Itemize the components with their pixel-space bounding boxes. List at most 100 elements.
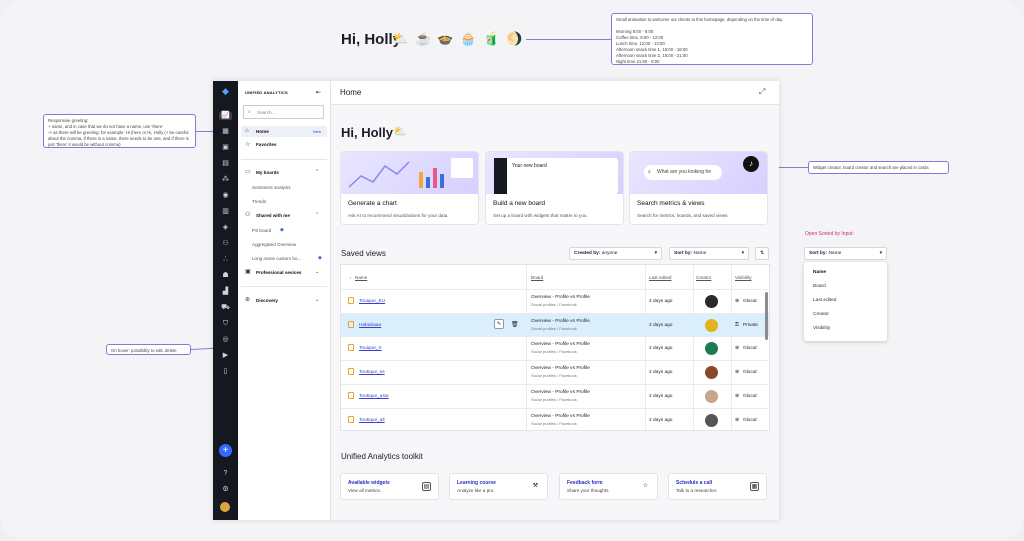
visibility: Glocal <box>743 393 757 399</box>
view-name[interactable]: Hababaaa <box>359 323 381 328</box>
bookmark-icon <box>348 297 354 304</box>
table-row[interactable]: Touique_EU Overview - Profile vs Profile S… <box>341 289 769 313</box>
sort-order-button[interactable]: ⇅ <box>755 247 769 260</box>
search-illustration: ⌕ What are you looking for ♪ <box>630 152 767 194</box>
menu-item[interactable]: Board <box>813 284 826 289</box>
chart-icon[interactable]: ▥ <box>221 208 230 216</box>
globe-icon: ⊕ <box>735 345 740 352</box>
inbox-icon[interactable]: ▤ <box>221 160 230 168</box>
analytics-icon[interactable]: 📈 <box>219 112 232 120</box>
visibility: Glocal <box>743 299 757 304</box>
card-search-metrics[interactable]: ⌕ What are you looking for ♪ Search metr… <box>629 151 768 225</box>
sidebar-item-favorites[interactable]: Favorites <box>256 142 276 147</box>
chevron-up-icon[interactable]: ⌃ <box>315 169 319 175</box>
calendar-icon[interactable]: ▣ <box>221 144 230 152</box>
menu-item[interactable]: Creator <box>813 312 829 317</box>
card-title: Build a new board <box>493 200 546 207</box>
table-row[interactable]: Toutique_asia Overview - Profile vs Profi… <box>341 383 769 408</box>
play-icon[interactable]: ▶ <box>221 352 230 360</box>
sidebar-item-shared[interactable]: Shared with me <box>256 213 290 218</box>
chevron-down-icon[interactable]: ⌄ <box>315 269 319 275</box>
sidebar-item-my-boards[interactable]: My boards <box>256 170 279 175</box>
table-row[interactable]: Toutique_ss Overview - Profile vs Profile… <box>341 360 769 384</box>
badge-icon[interactable]: ◉ <box>221 192 230 200</box>
toolkit-schedule-call[interactable]: Schedule a call Talk to a researcher. ▦ <box>668 473 767 500</box>
toolkit-learning-course[interactable]: Learning course Analyze like a pro. ⚒ <box>449 473 548 500</box>
board-item[interactable]: Long name custom bo... <box>252 256 301 261</box>
view-name[interactable]: Toutique_ss <box>359 370 385 375</box>
column-header[interactable]: Creator <box>696 275 711 280</box>
shield-icon[interactable]: ⛉ <box>221 320 230 328</box>
card-title: Generate a chart <box>348 200 397 207</box>
toolkit-feedback-form[interactable]: Feedback form Share your thoughts. ☆ <box>559 473 658 500</box>
bookmark-icon <box>348 320 354 328</box>
expand-icon[interactable]: ⤢ <box>759 87 765 97</box>
board-item[interactable]: Aggregated Overview <box>252 242 296 247</box>
board-path: Social profiles / Facebook <box>531 349 577 355</box>
users-icon[interactable]: ⚇ <box>221 240 230 248</box>
board-item[interactable]: Sentiment analysis <box>252 185 291 190</box>
page-header: Home ⤢ <box>331 81 779 105</box>
search-input[interactable]: ⌕ Search... <box>243 105 324 119</box>
avatar[interactable] <box>220 502 230 512</box>
toolkit-available-widgets[interactable]: Available widgets View all metrics. ▤ <box>340 473 439 500</box>
column-header[interactable]: Board <box>531 275 543 280</box>
card-build-board[interactable]: Your new board Build a new board Set up … <box>485 151 624 225</box>
sort-by-select[interactable]: Sort by: Name ▾ <box>804 247 887 260</box>
saved-views-table: ↓ Name Board Last edited Creator Visibil… <box>340 264 770 432</box>
delete-icon[interactable]: 🗑 <box>511 321 519 328</box>
gear-icon[interactable]: ⚙ <box>221 486 230 494</box>
view-name[interactable]: Touique_rr <box>359 346 382 351</box>
file-icon[interactable]: ▯ <box>221 368 230 376</box>
add-icon[interactable]: + <box>219 444 232 457</box>
card-generate-chart[interactable]: Generate a chart Ask AI to recommend vis… <box>340 151 479 225</box>
sort-by-select[interactable]: Sort by: Name ▾ <box>669 247 749 260</box>
board-item[interactable]: PS board <box>252 228 271 233</box>
select-label: Sort by: <box>674 251 693 256</box>
menu-item[interactable]: Name <box>813 270 826 275</box>
menu-item[interactable]: Last edited <box>813 298 836 303</box>
dashboard-icon[interactable]: ▦ <box>221 128 230 136</box>
bot-icon[interactable]: ☗ <box>221 272 230 280</box>
scrollbar[interactable] <box>765 292 768 340</box>
star-icon: ☆ <box>245 142 251 148</box>
column-header[interactable]: Name <box>355 275 367 280</box>
visibility: Glocal <box>743 346 757 352</box>
sidebar-item-professional[interactable]: Professional sevices <box>256 270 301 275</box>
table-row[interactable]: Hababaaa Overview - Profile vs Profile Soc… <box>341 312 769 337</box>
sidebar-item-home[interactable]: ⌂ Home New <box>241 126 327 137</box>
board-path: Social profiles / Facebook <box>531 325 577 331</box>
creator-avatar <box>705 318 718 332</box>
menu-item[interactable]: Visibility <box>813 326 830 331</box>
chevron-down-icon[interactable]: ⌄ <box>315 297 319 303</box>
view-name[interactable]: Toutique_asia <box>359 394 389 399</box>
building-icon[interactable]: ▟ <box>221 288 230 296</box>
cart-icon[interactable]: ⛟ <box>221 304 230 312</box>
sidebar-item-discovery[interactable]: Discovery <box>256 298 278 303</box>
column-header[interactable]: Visibility <box>735 275 752 280</box>
toolkit-link: Available widgets <box>348 480 390 486</box>
bookmark-icon <box>348 368 354 376</box>
share-icon[interactable]: ∴ <box>221 256 230 264</box>
column-header[interactable]: Last edited <box>649 275 671 280</box>
table-row[interactable]: Touique_rr Overview - Profile vs Profile S… <box>341 336 769 360</box>
help-icon[interactable]: ? <box>221 470 230 478</box>
folder-icon: ▭ <box>245 169 251 175</box>
target-icon[interactable]: ◎ <box>221 336 230 344</box>
chevron-up-icon[interactable]: ⌃ <box>315 212 319 218</box>
creator-avatar <box>705 295 718 308</box>
board-item[interactable]: Trends <box>252 199 266 204</box>
view-name[interactable]: Toutique_all <box>359 418 385 423</box>
table-row[interactable]: Toutique_all Overview - Profile vs Profil… <box>341 407 769 432</box>
coffee-emoji: ☕ <box>415 31 432 46</box>
view-name[interactable]: Touique_EU <box>359 299 385 304</box>
network-icon[interactable]: ⁂ <box>221 176 230 184</box>
bookmark-icon <box>348 344 354 352</box>
collapse-icon[interactable]: ⇤ <box>316 89 321 96</box>
edit-icon[interactable]: ✎ <box>494 318 504 329</box>
created-by-select[interactable]: Created by: anyone ▾ <box>569 247 662 260</box>
card-inner-text: Your new board <box>512 163 547 169</box>
megaphone-icon[interactable]: ◈ <box>221 224 230 232</box>
divider <box>241 286 327 287</box>
board-path: Social profiles / Facebook <box>531 373 577 379</box>
